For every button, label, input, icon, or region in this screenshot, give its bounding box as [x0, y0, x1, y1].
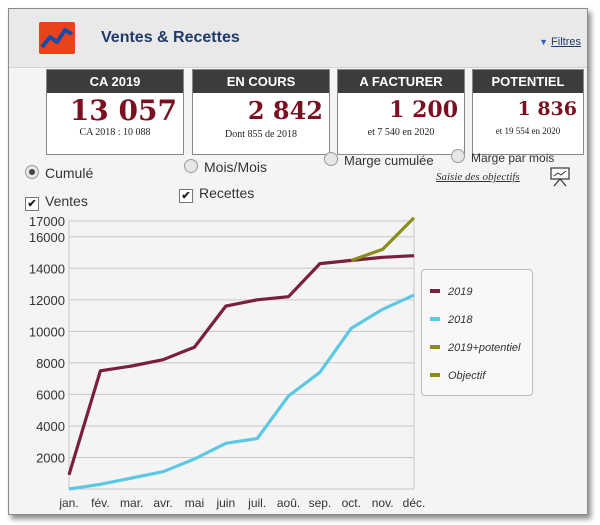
- presentation-board-icon[interactable]: [549, 167, 571, 187]
- x-tick-label: jan.: [58, 496, 78, 510]
- panel-title: Ventes & Recettes: [101, 29, 240, 46]
- kpi-value: 2 842: [247, 96, 323, 125]
- legend-label: Objectif: [448, 370, 486, 382]
- x-tick-label: sep.: [309, 496, 332, 510]
- legend-label: 2019: [448, 286, 473, 298]
- radio-mois-mois[interactable]: Mois/Mois: [184, 159, 267, 175]
- kpi-a-facturer: A FACTURER 1 200 et 7 540 en 2020: [337, 69, 465, 155]
- radio-label: Marge par mois: [471, 151, 555, 165]
- chart-grid: [68, 220, 415, 490]
- chart-logo-icon: [39, 22, 75, 54]
- saisie-objectifs-link[interactable]: Saisie des objectifs: [436, 171, 520, 183]
- checkbox-recettes[interactable]: ✔ Recettes: [179, 185, 254, 203]
- kpi-subtext: CA 2018 : 10 088: [79, 127, 151, 138]
- kpi-label: CA 2019: [47, 70, 183, 93]
- legend-label: 2018: [448, 314, 473, 326]
- y-tick-label: 10000: [29, 324, 65, 339]
- radio-cumule[interactable]: Cumulé: [25, 165, 93, 181]
- kpi-value: 1 836: [517, 98, 578, 120]
- x-tick-label: déc.: [403, 496, 426, 510]
- y-tick-label: 16000: [29, 230, 65, 245]
- kpi-value: 1 200: [389, 97, 458, 123]
- legend-swatch: [430, 317, 440, 321]
- radio-unselected-icon: [184, 159, 198, 173]
- legend-item-2019: 2019: [430, 286, 472, 298]
- kpi-ca-2019: CA 2019 13 057 CA 2018 : 10 088: [46, 69, 184, 155]
- legend-label: 2019+potentiel: [448, 342, 521, 354]
- kpi-potentiel: POTENTIEL 1 836 et 19 554 en 2020: [472, 69, 584, 155]
- x-tick-label: mar.: [120, 496, 143, 510]
- x-tick-label: oct.: [342, 496, 361, 510]
- radio-marge-cumulee[interactable]: Marge cumulée: [324, 152, 434, 168]
- x-tick-label: juil.: [247, 496, 266, 510]
- y-tick-label: 8000: [36, 356, 65, 371]
- sales-panel: Ventes & Recettes ▼ Filtres CA 2019 13 05…: [8, 8, 588, 515]
- x-tick-label: nov.: [372, 496, 394, 510]
- y-tick-label: 12000: [29, 293, 65, 308]
- radio-label: Cumulé: [45, 165, 94, 181]
- checkbox-label: Ventes: [45, 193, 88, 209]
- legend-item-2018: 2018: [430, 314, 472, 326]
- y-tick-label: 14000: [29, 261, 65, 276]
- y-tick-label: 2000: [36, 450, 65, 465]
- x-tick-label: aoû.: [277, 496, 300, 510]
- x-tick-label: fév.: [91, 496, 109, 510]
- radio-label: Mois/Mois: [204, 159, 268, 175]
- triangle-down-icon: ▼: [539, 37, 549, 47]
- radio-unselected-icon: [324, 152, 338, 166]
- filters-label: Filtres: [551, 36, 581, 48]
- legend-item-2019-potentiel: 2019+potentiel: [430, 342, 520, 354]
- panel-header: Ventes & Recettes ▼ Filtres: [9, 9, 587, 68]
- kpi-label: POTENTIEL: [473, 70, 583, 93]
- kpi-label: EN COURS: [193, 70, 329, 93]
- filters-link[interactable]: ▼ Filtres: [539, 36, 581, 48]
- kpi-subtext: Dont 855 de 2018: [225, 129, 297, 140]
- radio-unselected-icon: [451, 149, 465, 163]
- x-tick-label: mai: [185, 496, 204, 510]
- kpi-en-cours: EN COURS 2 842 Dont 855 de 2018: [192, 69, 330, 155]
- y-tick-labels: 2000 4000 6000 8000 10000 12000 14000 160001700…: [29, 214, 65, 465]
- checkmark-icon: ✔: [179, 189, 193, 203]
- y-tick-label: 4000: [36, 419, 65, 434]
- kpi-value: 13 057: [69, 94, 177, 127]
- legend-swatch: [430, 345, 440, 349]
- legend-swatch: [430, 373, 440, 377]
- legend-item-objectif: Objectif: [430, 370, 485, 382]
- kpi-label: A FACTURER: [338, 70, 464, 93]
- legend-swatch: [430, 289, 440, 293]
- y-tick-label: 6000: [36, 387, 65, 402]
- radio-marge-par-mois[interactable]: Marge par mois: [451, 149, 554, 165]
- kpi-subtext: et 7 540 en 2020: [367, 127, 435, 138]
- x-tick-labels: jan. fév. mar. avr. mai juin juil. aoû. sep. oct.…: [58, 496, 425, 510]
- plot-area: [68, 220, 415, 490]
- radio-label: Marge cumulée: [344, 153, 434, 168]
- checkbox-label: Recettes: [199, 185, 255, 201]
- x-tick-label: avr.: [153, 496, 172, 510]
- x-tick-label: juin: [215, 496, 235, 510]
- radio-selected-icon: [25, 165, 39, 179]
- y-tick-label: 17000: [29, 214, 65, 229]
- chart-legend: 2019 2018 2019+potentiel Objectif: [421, 269, 533, 396]
- kpi-subtext: et 19 554 en 2020: [495, 126, 561, 136]
